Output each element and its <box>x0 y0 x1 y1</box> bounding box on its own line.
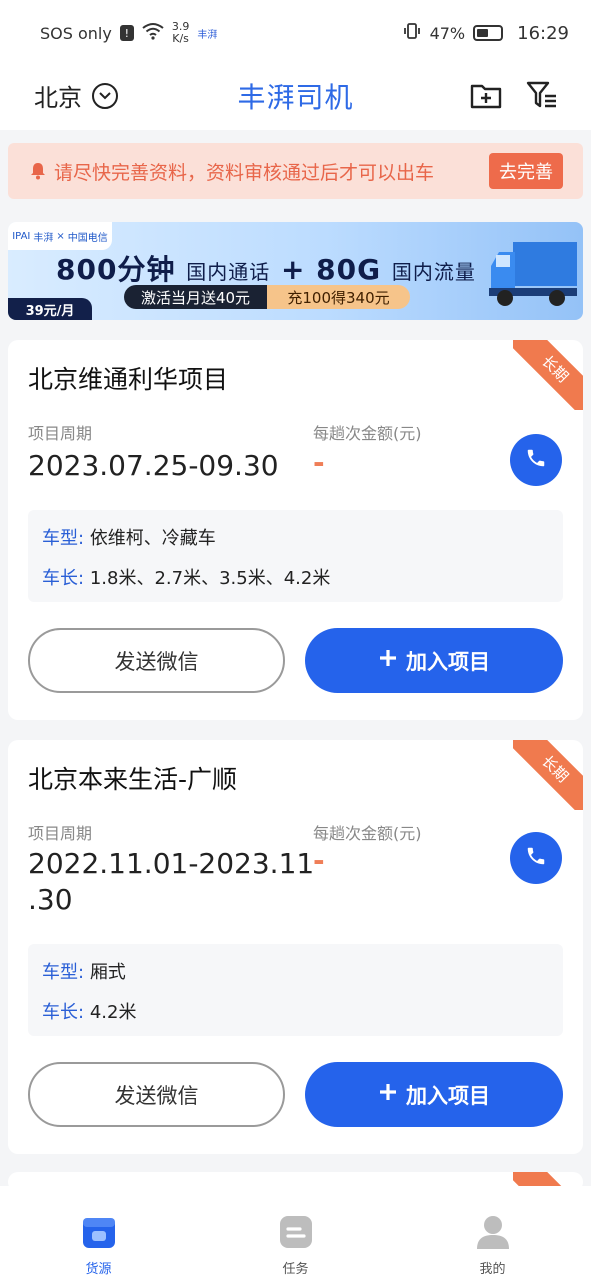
vehicle-type-row: 车型: 厢式 <box>42 958 126 984</box>
task-icon <box>278 1214 314 1250</box>
header-actions <box>469 78 559 112</box>
vehicle-length-value: 4.2米 <box>89 1002 137 1023</box>
project-period: 2022.11.01-2023.11 .30 <box>28 846 314 918</box>
banner-offer-right: 充100得340元 <box>287 288 390 307</box>
banner-offer-strip: 激活当月送40元 充100得340元 <box>124 285 410 309</box>
vehicle-length-key: 车长: <box>42 568 85 589</box>
banner-price: 39元/月 <box>8 298 92 320</box>
send-wechat-button[interactable]: 发送微信 <box>28 628 285 693</box>
vehicle-type-key: 车型: <box>42 528 85 549</box>
period-label: 项目周期 <box>28 424 93 443</box>
plus-icon <box>378 1082 398 1107</box>
banner-calls: 国内通话 <box>186 260 271 284</box>
vehicle-type-row: 车型: 依维柯、冷藏车 <box>42 524 216 550</box>
join-project-button[interactable]: 加入项目 <box>305 1062 563 1127</box>
banner-minutes: 800分钟 <box>56 253 176 286</box>
project-title: 北京本来生活-广顺 <box>28 765 238 794</box>
carrier-text: SOS only <box>40 23 112 43</box>
clock: 16:29 <box>517 22 569 44</box>
phone-icon <box>525 447 547 473</box>
banner-data: + 80G <box>280 253 382 286</box>
status-right: 47% 16:29 <box>402 21 569 45</box>
project-period: 2023.07.25-09.30 <box>28 449 279 482</box>
project-title: 北京维通利华项目 <box>28 365 229 394</box>
fee-label: 每趟次金额(元) <box>313 424 422 443</box>
call-button[interactable] <box>510 832 562 884</box>
app-notification-icon: 丰湃 <box>197 29 218 41</box>
promo-banner[interactable]: IPAI 丰湃 × 中国电信 800分钟 国内通话 + 80G 国内流量 激活当… <box>8 222 583 320</box>
call-button[interactable] <box>510 434 562 486</box>
banner-logo-cross: × <box>56 230 65 242</box>
join-project-button[interactable]: 加入项目 <box>305 628 563 693</box>
long-term-badge: 长期 <box>513 740 583 810</box>
join-project-label: 加入项目 <box>406 1083 490 1108</box>
nav-tasks[interactable]: 任务 <box>236 1214 356 1277</box>
network-speed: 3.9 K/s <box>172 21 190 45</box>
ribbon: 长期 <box>513 340 583 410</box>
complete-profile-button[interactable]: 去完善 <box>489 153 563 189</box>
vehicle-type-key: 车型: <box>42 962 85 983</box>
bottom-navigation: 货源 任务 我的 <box>0 1186 591 1280</box>
notice-text: 请尽快完善资料，资料审核通过后才可以出车 <box>54 161 435 184</box>
vibrate-icon <box>402 21 422 45</box>
sim-alert-icon: ! <box>119 25 134 41</box>
project-card[interactable]: 长期 北京维通利华项目 项目周期 每趟次金额(元) 2023.07.25-09.… <box>8 340 583 720</box>
banner-logo: IPAI 丰湃 × 中国电信 <box>8 222 112 250</box>
period-label: 项目周期 <box>28 824 93 843</box>
top-app-bar: 北京 丰湃司机 <box>0 66 591 130</box>
profile-icon <box>475 1214 511 1250</box>
wifi-icon <box>142 22 164 44</box>
battery-icon <box>473 25 504 41</box>
ribbon: 长期 <box>513 740 583 810</box>
status-left: SOS only ! 3.9 K/s 丰湃 <box>40 21 217 45</box>
banner-traffic: 国内流量 <box>391 260 476 284</box>
battery-percent: 47% <box>429 23 466 43</box>
vehicle-type-value: 依维柯、冷藏车 <box>89 528 216 549</box>
truck-image <box>487 232 579 312</box>
cargo-icon <box>81 1214 117 1250</box>
nav-profile-label: 我的 <box>479 1262 506 1277</box>
profile-incomplete-notice: 请尽快完善资料，资料审核通过后才可以出车 去完善 <box>8 143 583 199</box>
filter-icon[interactable] <box>525 78 559 112</box>
nav-cargo[interactable]: 货源 <box>39 1214 159 1277</box>
nav-profile[interactable]: 我的 <box>433 1214 553 1277</box>
banner-logo-left-sub: 丰湃 <box>33 232 54 244</box>
status-bar: SOS only ! 3.9 K/s 丰湃 47% 16:29 <box>0 0 591 66</box>
vehicle-length-key: 车长: <box>42 1002 85 1023</box>
phone-icon <box>525 845 547 871</box>
fee-label: 每趟次金额(元) <box>313 824 422 843</box>
vehicle-type-value: 厢式 <box>89 962 126 983</box>
vehicle-length-row: 车长: 4.2米 <box>42 998 136 1024</box>
project-card[interactable]: 长期 北京本来生活-广顺 项目周期 每趟次金额(元) 2022.11.01-20… <box>8 740 583 1154</box>
banner-logo-left: IPAI <box>12 230 31 242</box>
project-period-line1: 2022.11.01-2023.11 <box>28 847 315 880</box>
speed-unit: K/s <box>172 32 189 45</box>
plus-icon <box>378 648 398 673</box>
project-period-line2: .30 <box>28 883 73 916</box>
nav-tasks-label: 任务 <box>282 1262 309 1277</box>
vehicle-length-row: 车长: 1.8米、2.7米、3.5米、4.2米 <box>42 564 330 590</box>
banner-offer-left: 激活当月送40元 <box>140 288 251 307</box>
nav-cargo-label: 货源 <box>85 1262 112 1277</box>
join-project-label: 加入项目 <box>406 649 490 674</box>
send-wechat-button[interactable]: 发送微信 <box>28 1062 285 1127</box>
vehicle-length-value: 1.8米、2.7米、3.5米、4.2米 <box>89 568 331 589</box>
fee-value: - <box>313 446 325 479</box>
add-folder-icon[interactable] <box>469 78 503 112</box>
vehicle-specs: 车型: 厢式 车长: 4.2米 <box>28 944 563 1036</box>
banner-headline: 800分钟 国内通话 + 80G 国内流量 <box>56 248 476 288</box>
vehicle-specs: 车型: 依维柯、冷藏车 车长: 1.8米、2.7米、3.5米、4.2米 <box>28 510 563 602</box>
banner-logo-right: 中国电信 <box>67 232 108 244</box>
bell-icon <box>30 162 48 180</box>
long-term-badge: 长期 <box>513 340 583 410</box>
fee-value: - <box>313 844 325 877</box>
